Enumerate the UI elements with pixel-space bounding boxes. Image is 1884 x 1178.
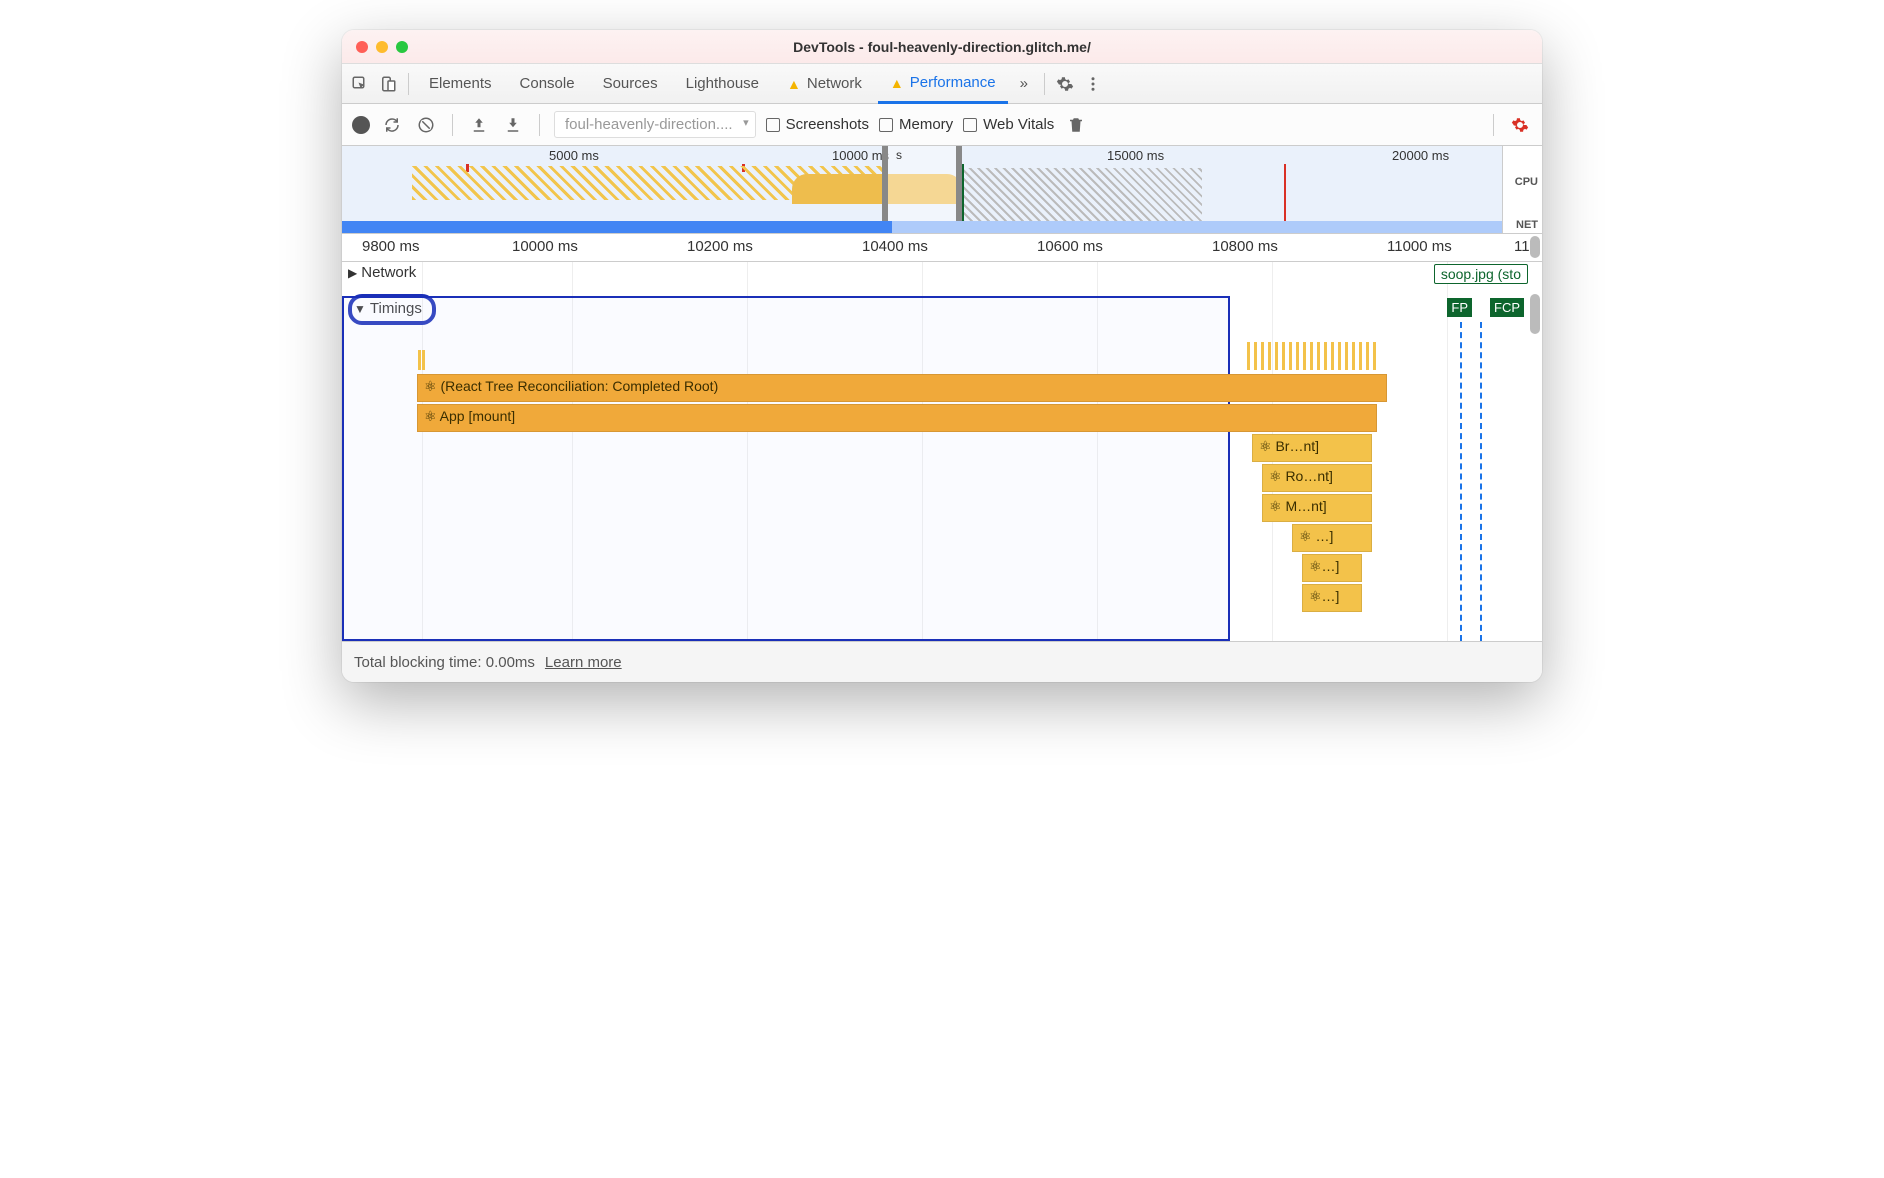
divider: [539, 114, 540, 136]
overview-right-labels: CPU NET: [1502, 146, 1542, 233]
flame-bar[interactable]: ⚛ Ro…nt]: [1262, 464, 1372, 492]
tab-label: Console: [520, 75, 575, 92]
tab-performance[interactable]: ▲ Performance: [878, 65, 1008, 104]
timing-ticks: [1247, 342, 1377, 370]
flame-bar[interactable]: ⚛…]: [1302, 584, 1362, 612]
warning-icon: ▲: [890, 75, 904, 91]
overview-red-marker: [1284, 164, 1286, 223]
marker-fp[interactable]: FP: [1447, 298, 1472, 317]
section-network[interactable]: ▶ Network: [342, 264, 1542, 281]
recording-selector[interactable]: foul-heavenly-direction....: [554, 111, 756, 138]
timeline-overview[interactable]: 5000 ms 10000 ms 15000 ms 20000 ms s CPU…: [342, 146, 1542, 234]
flame-bar-reconcile[interactable]: ⚛ (React Tree Reconciliation: Completed …: [417, 374, 1387, 402]
checkbox-box: [963, 118, 977, 132]
tab-label: Network: [807, 75, 862, 92]
flame-bar-app-mount[interactable]: ⚛ App [mount]: [417, 404, 1377, 432]
memory-checkbox[interactable]: Memory: [879, 116, 953, 133]
overview-tick: 15000 ms: [1107, 148, 1164, 163]
learn-more-link[interactable]: Learn more: [545, 654, 622, 671]
webvitals-checkbox[interactable]: Web Vitals: [963, 116, 1054, 133]
flame-bar[interactable]: ⚛ …]: [1292, 524, 1372, 552]
checkbox-label: Screenshots: [786, 116, 869, 133]
trash-icon[interactable]: [1064, 113, 1088, 137]
tab-network[interactable]: ▲ Network: [775, 64, 874, 103]
overview-tick: 5000 ms: [549, 148, 599, 163]
divider: [452, 114, 453, 136]
more-tabs-button[interactable]: »: [1012, 64, 1036, 103]
selector-label: foul-heavenly-direction....: [565, 116, 733, 133]
flame-chart[interactable]: ▶ Network soop.jpg (sto ▼ Timings FP FCP…: [342, 262, 1542, 642]
ruler-tick: 10600 ms: [1037, 238, 1103, 255]
section-label: Network: [361, 264, 416, 281]
load-profile-icon[interactable]: [467, 113, 491, 137]
checkbox-box: [766, 118, 780, 132]
ruler-tick: 11000 ms: [1387, 238, 1452, 255]
ruler-tick: 9800 ms: [362, 238, 420, 255]
device-toggle-icon[interactable]: [376, 72, 400, 96]
ruler-tick: 10400 ms: [862, 238, 928, 255]
marker-fcp[interactable]: FCP: [1490, 298, 1524, 317]
divider: [1044, 73, 1045, 95]
tab-label: Elements: [429, 75, 492, 92]
tab-sources[interactable]: Sources: [591, 64, 670, 103]
window-title: DevTools - foul-heavenly-direction.glitc…: [342, 39, 1542, 55]
overview-net-bar: [342, 221, 892, 233]
inspect-icon[interactable]: [348, 72, 372, 96]
ruler-tick: 10800 ms: [1212, 238, 1278, 255]
screenshots-checkbox[interactable]: Screenshots: [766, 116, 869, 133]
overview-selection[interactable]: s: [882, 146, 962, 233]
network-item[interactable]: soop.jpg (sto: [1434, 264, 1528, 284]
divider: [408, 73, 409, 95]
ruler-tick: 10000 ms: [512, 238, 578, 255]
flame-bar[interactable]: ⚛ M…nt]: [1262, 494, 1372, 522]
kebab-menu-icon[interactable]: [1081, 72, 1105, 96]
tab-label: Performance: [910, 74, 996, 91]
divider: [1493, 114, 1494, 136]
tab-label: Lighthouse: [686, 75, 759, 92]
tab-label: Sources: [603, 75, 658, 92]
tab-elements[interactable]: Elements: [417, 64, 504, 103]
reload-icon[interactable]: [380, 113, 404, 137]
ruler-tick: 11: [1514, 238, 1530, 255]
overview-net-bar-light: [892, 221, 1502, 233]
checkbox-label: Web Vitals: [983, 116, 1054, 133]
chevron-right-icon: »: [1020, 75, 1028, 92]
flame-bar[interactable]: ⚛ Br…nt]: [1252, 434, 1372, 462]
overview-green-marker: [962, 164, 964, 223]
detail-ruler[interactable]: 9800 ms 10000 ms 10200 ms 10400 ms 10600…: [342, 234, 1542, 262]
capture-settings-icon[interactable]: [1508, 113, 1532, 137]
ruler-tick: 10200 ms: [687, 238, 753, 255]
marker-line: [1480, 322, 1482, 641]
marker-line: [1460, 322, 1462, 641]
timing-selection: [342, 296, 1230, 641]
scrollbar-thumb[interactable]: [1530, 236, 1540, 258]
overview-tick: 20000 ms: [1392, 148, 1449, 163]
network-item-label: soop.jpg (sto: [1441, 266, 1521, 282]
overview-selection-label: s: [896, 148, 902, 162]
settings-icon[interactable]: [1053, 72, 1077, 96]
tab-lighthouse[interactable]: Lighthouse: [674, 64, 771, 103]
flame-bar[interactable]: ⚛…]: [1302, 554, 1362, 582]
devtools-window: DevTools - foul-heavenly-direction.glitc…: [342, 30, 1542, 682]
net-label: NET: [1516, 219, 1542, 231]
clear-icon[interactable]: [414, 113, 438, 137]
save-profile-icon[interactable]: [501, 113, 525, 137]
footer-bar: Total blocking time: 0.00ms Learn more: [342, 642, 1542, 682]
cpu-label: CPU: [1515, 176, 1542, 188]
overview-tick: 10000 ms: [832, 148, 889, 163]
panel-tabs: Elements Console Sources Lighthouse ▲ Net…: [342, 64, 1542, 104]
scrollbar-thumb[interactable]: [1530, 294, 1540, 334]
overview-idle: [962, 168, 1202, 221]
record-button[interactable]: [352, 116, 370, 134]
perf-toolbar: foul-heavenly-direction.... Screenshots …: [342, 104, 1542, 146]
tbt-label: Total blocking time: 0.00ms: [354, 654, 535, 671]
warning-icon: ▲: [787, 76, 801, 92]
chevron-right-icon: ▶: [348, 266, 357, 280]
checkbox-label: Memory: [899, 116, 953, 133]
titlebar: DevTools - foul-heavenly-direction.glitc…: [342, 30, 1542, 64]
checkbox-box: [879, 118, 893, 132]
tab-console[interactable]: Console: [508, 64, 587, 103]
